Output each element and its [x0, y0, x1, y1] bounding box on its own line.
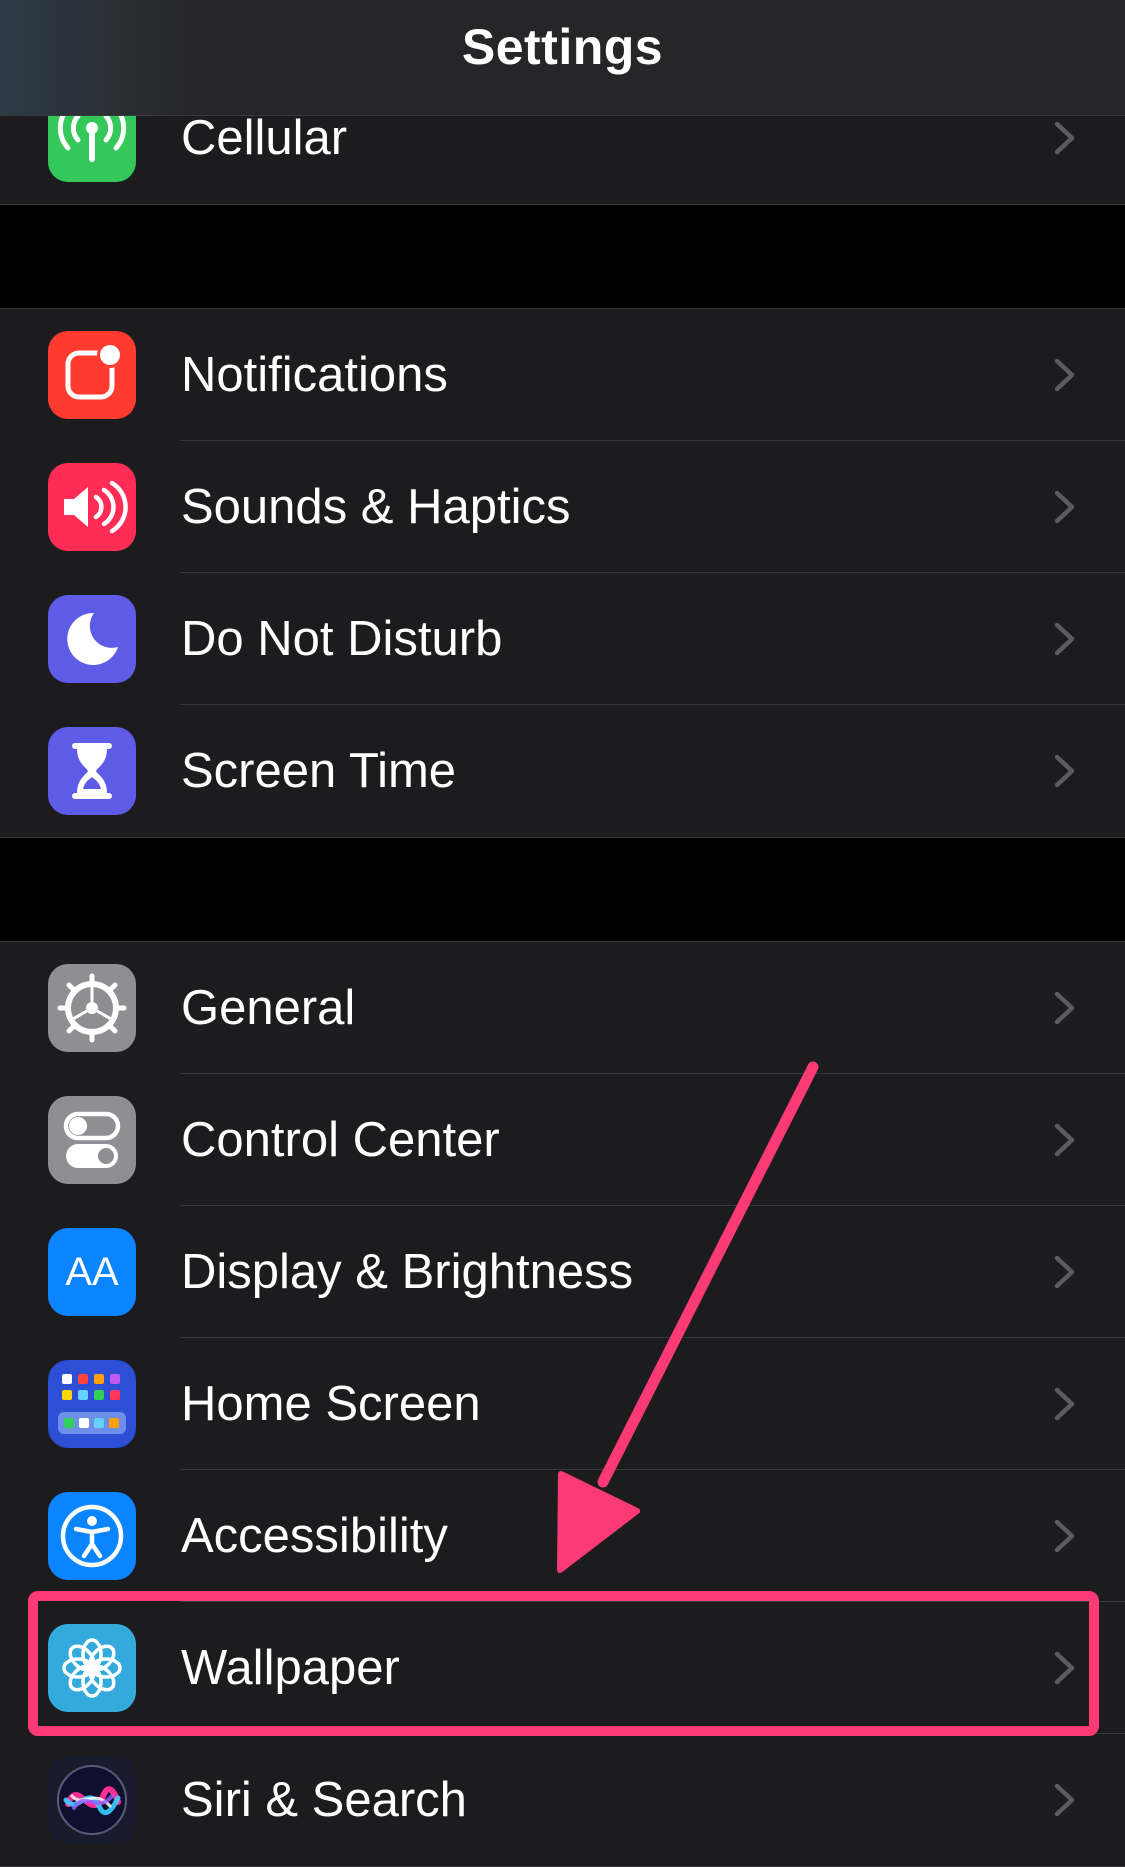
- settings-group-general: General Control Center AA Display & Brig…: [0, 941, 1125, 1867]
- chevron-right-icon: [1054, 358, 1075, 392]
- settings-row-label: Screen Time: [181, 744, 457, 798]
- settings-row-home-screen[interactable]: Home Screen: [0, 1338, 1125, 1470]
- settings-row-display-brightness[interactable]: AA Display & Brightness: [0, 1206, 1125, 1338]
- text-size-glyph: AA: [65, 1250, 119, 1294]
- chevron-right-icon: [1054, 1783, 1075, 1817]
- moon-icon: [48, 595, 136, 683]
- chevron-right-icon: [1054, 1123, 1075, 1157]
- settings-row-label: Home Screen: [181, 1377, 481, 1431]
- settings-row-label: Accessibility: [181, 1509, 448, 1563]
- settings-row-notifications[interactable]: Notifications: [0, 309, 1125, 441]
- settings-group-notifications: Notifications Sounds & Haptics Do Not Di…: [0, 308, 1125, 838]
- settings-row-label: Notifications: [181, 348, 448, 402]
- flower-icon: [48, 1624, 136, 1712]
- settings-row-wallpaper[interactable]: Wallpaper: [0, 1602, 1125, 1734]
- settings-row-general[interactable]: General: [0, 942, 1125, 1074]
- speaker-icon: [48, 463, 136, 551]
- chevron-right-icon: [1054, 121, 1075, 155]
- settings-row-label: General: [181, 981, 356, 1035]
- chevron-right-icon: [1054, 754, 1075, 788]
- text-size-icon: AA: [48, 1228, 136, 1316]
- siri-icon: [48, 1756, 136, 1844]
- settings-row-label: Do Not Disturb: [181, 612, 503, 666]
- settings-row-screen-time[interactable]: Screen Time: [0, 705, 1125, 837]
- settings-row-label: Wallpaper: [181, 1641, 400, 1695]
- chevron-right-icon: [1054, 1519, 1075, 1553]
- settings-row-label: Display & Brightness: [181, 1245, 634, 1299]
- settings-row-label: Sounds & Haptics: [181, 480, 571, 534]
- settings-row-accessibility[interactable]: Accessibility: [0, 1470, 1125, 1602]
- chevron-right-icon: [1054, 622, 1075, 656]
- settings-row-sounds-haptics[interactable]: Sounds & Haptics: [0, 441, 1125, 573]
- chevron-right-icon: [1054, 1387, 1075, 1421]
- toggles-icon: [48, 1096, 136, 1184]
- navigation-bar: Settings: [0, 0, 1125, 116]
- settings-row-label: Siri & Search: [181, 1773, 467, 1827]
- app-grid-icon: [48, 1360, 136, 1448]
- settings-row-label: Control Center: [181, 1113, 500, 1167]
- chevron-right-icon: [1054, 991, 1075, 1025]
- hourglass-icon: [48, 727, 136, 815]
- settings-row-control-center[interactable]: Control Center: [0, 1074, 1125, 1206]
- chevron-right-icon: [1054, 1651, 1075, 1685]
- page-title: Settings: [461, 19, 664, 75]
- gear-icon: [48, 964, 136, 1052]
- settings-row-do-not-disturb[interactable]: Do Not Disturb: [0, 573, 1125, 705]
- notifications-icon: [48, 331, 136, 419]
- chevron-right-icon: [1054, 1255, 1075, 1289]
- chevron-right-icon: [1054, 490, 1075, 524]
- settings-row-siri-search[interactable]: Siri & Search: [0, 1734, 1125, 1866]
- accessibility-icon: [48, 1492, 136, 1580]
